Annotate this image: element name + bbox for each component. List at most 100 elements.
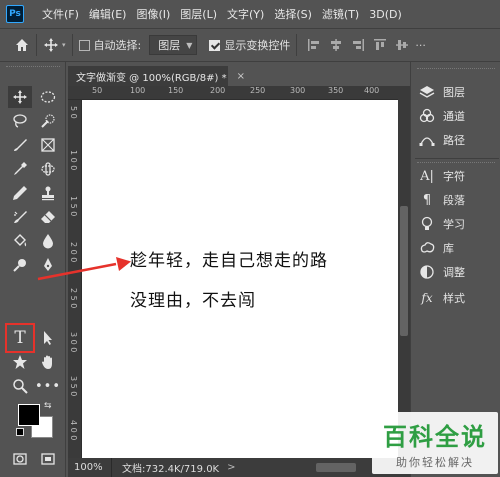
lasso-tool-icon[interactable] <box>8 110 32 132</box>
swap-colors-icon[interactable]: ⇆ <box>44 401 52 411</box>
clone-stamp-tool-icon[interactable] <box>36 182 60 204</box>
learn-bulb-icon <box>419 216 435 232</box>
zoom-level[interactable]: 100% <box>68 458 112 477</box>
character-icon: A| <box>420 168 434 184</box>
ruler-vertical: 5 0 1 0 0 1 5 0 2 0 0 2 5 0 3 0 0 3 5 0 … <box>68 100 82 458</box>
hand-tool-icon[interactable] <box>36 351 60 373</box>
separator <box>36 34 37 56</box>
watermark: 百科全说 助你轻松解决 <box>372 412 498 474</box>
paint-bucket-tool-icon[interactable] <box>8 230 32 252</box>
vertical-scrollbar[interactable] <box>398 86 410 458</box>
eraser-tool-icon[interactable] <box>36 206 60 228</box>
marquee-tool-icon[interactable] <box>36 86 60 108</box>
panel-paths[interactable]: 路径 <box>419 130 497 150</box>
menu-bar: Ps 文件(F) 编辑(E) 图像(I) 图层(L) 文字(Y) 选择(S) 滤… <box>0 0 500 28</box>
menu-layer[interactable]: 图层(L) <box>180 6 217 22</box>
panel-styles[interactable]: fx 样式 <box>419 288 497 308</box>
panel-adjustments[interactable]: 调整 <box>419 262 497 282</box>
ruler-tick-label: 100 <box>130 86 146 95</box>
panel-paths-label: 路径 <box>443 134 465 147</box>
more-options-icon[interactable]: ··· <box>415 39 426 52</box>
ruler-tick-label: 1 0 0 <box>69 150 78 171</box>
status-bar: 100% 文档:732.4K/719.0K > <box>68 458 410 477</box>
menu-file[interactable]: 文件(F) <box>42 6 79 22</box>
photoshop-logo-icon: Ps <box>6 5 24 23</box>
canvas-text-line-2[interactable]: 没理由，不去闯 <box>130 286 256 311</box>
panel-divider <box>415 158 499 159</box>
workspace[interactable]: 趁年轻，走自己想走的路 没理由，不去闯 <box>82 100 398 458</box>
panel-character-label: 字符 <box>443 170 465 183</box>
spot-healing-tool-icon[interactable] <box>36 158 60 180</box>
watermark-subtitle: 助你轻松解决 <box>396 455 474 469</box>
canvas-text-line-1[interactable]: 趁年轻，走自己想走的路 <box>130 246 328 271</box>
panel-grip[interactable] <box>417 68 495 69</box>
ruler-tick-label: 350 <box>328 86 344 95</box>
history-brush-tool-icon[interactable] <box>8 206 32 228</box>
show-transform-label: 显示变换控件 <box>224 39 291 52</box>
dodge-tool-icon[interactable] <box>8 254 32 276</box>
menu-filter[interactable]: 滤镜(T) <box>322 6 359 22</box>
type-tool-icon[interactable]: T <box>8 327 32 349</box>
zoom-tool-icon[interactable] <box>8 375 32 397</box>
panel-learn[interactable]: 学习 <box>419 214 497 234</box>
menu-select[interactable]: 选择(S) <box>274 6 312 22</box>
panel-grip[interactable] <box>417 162 495 163</box>
panel-styles-label: 样式 <box>443 292 465 305</box>
quick-mask-icon[interactable] <box>8 448 32 470</box>
custom-shape-tool-icon[interactable] <box>8 351 32 373</box>
status-menu-arrow[interactable]: > <box>227 462 235 473</box>
panel-libraries[interactable]: 库 <box>419 238 497 258</box>
blur-tool-icon[interactable] <box>36 230 60 252</box>
menu-edit[interactable]: 编辑(E) <box>89 6 127 22</box>
eyedropper-tool-icon[interactable] <box>8 158 32 180</box>
chevron-down-icon[interactable]: ▾ <box>62 41 66 49</box>
align-center-icon[interactable] <box>329 38 343 52</box>
move-tool-icon[interactable] <box>8 86 32 108</box>
path-selection-tool-icon[interactable] <box>36 327 60 349</box>
panel-layers[interactable]: 图层 <box>419 82 497 102</box>
frame-tool-icon[interactable] <box>36 134 60 156</box>
libraries-icon <box>419 240 435 256</box>
panel-paragraph[interactable]: ¶ 段落 <box>419 190 497 210</box>
brush-tool-icon[interactable] <box>8 134 32 156</box>
home-icon[interactable] <box>14 37 30 53</box>
toolbox-grip[interactable] <box>6 66 60 72</box>
horizontal-scrollbar-thumb[interactable] <box>316 463 356 472</box>
auto-select-label: 自动选择: <box>93 39 142 52</box>
panel-channels[interactable]: 通道 <box>419 106 497 126</box>
close-icon[interactable]: × <box>237 71 245 82</box>
show-transform-checkbox[interactable] <box>209 39 221 51</box>
layer-dropdown[interactable]: 图层 ▼ <box>149 35 198 55</box>
document-canvas[interactable]: 趁年轻，走自己想走的路 没理由，不去闯 <box>82 100 398 458</box>
separator <box>71 34 73 56</box>
ruler-tick-label: 2 0 0 <box>69 242 78 263</box>
ruler-tick-label: 3 5 0 <box>69 376 78 397</box>
align-left-icon[interactable] <box>307 38 321 52</box>
ruler-tick-label: 400 <box>364 86 380 95</box>
more-tools-icon[interactable]: ••• <box>35 375 60 397</box>
panel-channels-label: 通道 <box>443 110 465 123</box>
move-tool-icon[interactable] <box>43 37 59 53</box>
panel-layers-label: 图层 <box>443 86 465 99</box>
pencil-tool-icon[interactable] <box>8 182 32 204</box>
pen-tool-icon[interactable] <box>36 254 60 276</box>
auto-select-checkbox[interactable] <box>78 39 90 51</box>
scrollbar-thumb[interactable] <box>400 206 408 336</box>
align-middle-icon[interactable] <box>395 38 409 52</box>
align-top-icon[interactable] <box>373 38 387 52</box>
align-right-icon[interactable] <box>351 38 365 52</box>
document-tab-title: 文字做渐变 @ 100%(RGB/8#) * <box>76 72 227 84</box>
ruler-tick-label: 300 <box>290 86 306 95</box>
document-tab[interactable]: 文字做渐变 @ 100%(RGB/8#) * × <box>68 66 245 86</box>
chevron-down-icon: ▼ <box>186 40 193 50</box>
menu-image[interactable]: 图像(I) <box>136 6 170 22</box>
menu-3d[interactable]: 3D(D) <box>369 8 402 21</box>
panel-paragraph-label: 段落 <box>443 194 465 207</box>
screen-mode-icon[interactable] <box>36 448 60 470</box>
layer-dropdown-value: 图层 <box>158 39 181 52</box>
menu-type[interactable]: 文字(Y) <box>227 6 264 22</box>
default-colors-icon[interactable] <box>16 428 24 436</box>
panel-character[interactable]: A| 字符 <box>419 166 497 186</box>
foreground-color-swatch[interactable] <box>18 404 40 426</box>
quick-select-tool-icon[interactable] <box>36 110 60 132</box>
